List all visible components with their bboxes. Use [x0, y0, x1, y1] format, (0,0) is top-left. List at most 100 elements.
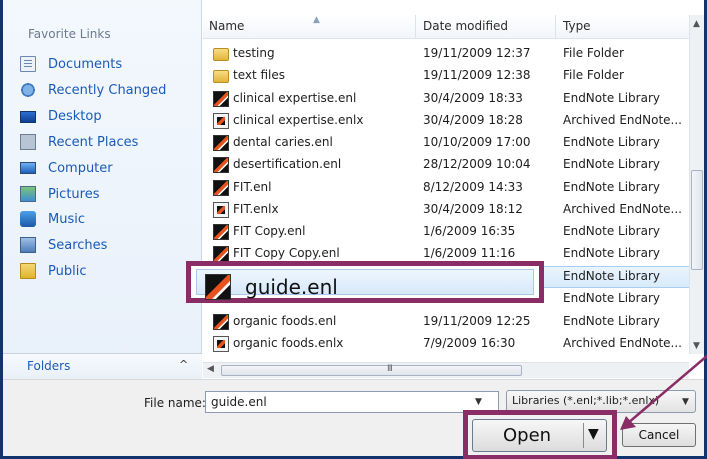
computer-icon: [20, 162, 36, 174]
file-type: EndNote Library: [563, 157, 660, 171]
file-row[interactable]: dental caries.enl 10/10/2009 17:00 EndNo…: [203, 132, 694, 154]
horizontal-scroll-thumb[interactable]: III: [221, 364, 522, 376]
file-name-label: File name:: [144, 396, 206, 410]
open-button[interactable]: Open ▼: [472, 419, 607, 452]
folder-icon: [213, 70, 229, 83]
chevron-down-icon[interactable]: ▼: [475, 397, 482, 407]
folders-label: Folders: [27, 359, 71, 373]
navigation-pane: Favorite Links Documents Recently Change…: [3, 0, 202, 382]
vertical-scroll-thumb[interactable]: [691, 170, 703, 270]
file-type: Archived EndNote...: [563, 113, 682, 127]
file-type: EndNote Library: [563, 91, 660, 105]
nav-item-pictures[interactable]: Pictures: [20, 184, 200, 204]
endnote-library-icon: [213, 180, 229, 196]
nav-item-label: Computer: [48, 160, 113, 176]
nav-item-desktop[interactable]: Desktop: [20, 106, 200, 126]
file-date: 19/11/2009 12:25: [423, 314, 531, 328]
file-date: 7/9/2009 16:30: [423, 336, 516, 350]
chevron-up-icon: ^: [179, 358, 189, 371]
file-row[interactable]: organic foods.enlx 7/9/2009 16:30 Archiv…: [203, 333, 694, 355]
file-name: clinical expertise.enl: [233, 91, 357, 105]
file-name: dental caries.enl: [233, 135, 333, 149]
scroll-down-icon[interactable]: ▼: [693, 341, 700, 351]
file-row[interactable]: FIT.enlx 30/4/2009 18:12 Archived EndNot…: [203, 199, 694, 221]
nav-item-documents[interactable]: Documents: [20, 54, 200, 74]
file-name: organic foods.enl: [233, 314, 337, 328]
nav-item-public[interactable]: Public: [20, 261, 200, 281]
endnote-archive-icon: [213, 202, 229, 218]
nav-item-recent-places[interactable]: Recent Places: [20, 132, 200, 152]
selected-file-callout[interactable]: guide.enl: [186, 261, 544, 303]
vertical-scrollbar[interactable]: ▲ ▼: [689, 15, 704, 354]
chevron-down-icon[interactable]: ▼: [682, 397, 689, 407]
file-type: EndNote Library: [563, 269, 660, 283]
file-name: organic foods.enlx: [233, 336, 344, 350]
file-date: 8/12/2009 14:33: [423, 180, 523, 194]
sort-ascending-icon: ▲: [313, 15, 320, 25]
file-type: EndNote Library: [563, 180, 660, 194]
file-row[interactable]: FIT Copy.enl 1/6/2009 16:35 EndNote Libr…: [203, 221, 694, 243]
nav-item-label: Documents: [48, 56, 123, 72]
selected-file-name: guide.enl: [245, 275, 338, 299]
pictures-icon: [20, 186, 36, 202]
favorite-links-header: Favorite Links: [28, 27, 111, 41]
nav-item-recently-changed[interactable]: Recently Changed: [20, 80, 200, 100]
split-divider: [583, 423, 584, 448]
column-divider[interactable]: [415, 15, 416, 39]
music-icon: [20, 211, 36, 227]
scroll-up-icon[interactable]: ▲: [693, 19, 700, 29]
file-date: 19/11/2009 12:38: [423, 68, 531, 82]
nav-item-label: Searches: [48, 237, 108, 253]
file-name: FIT.enlx: [233, 202, 279, 216]
public-folder-icon: [20, 263, 36, 279]
file-row[interactable]: FIT.enl 8/12/2009 14:33 EndNote Library: [203, 177, 694, 199]
file-name: FIT Copy.enl: [233, 224, 306, 238]
recently-changed-icon: [20, 82, 36, 98]
nav-item-searches[interactable]: Searches: [20, 235, 200, 255]
column-divider[interactable]: [555, 15, 556, 39]
scroll-left-icon[interactable]: ◀: [207, 364, 214, 374]
nav-item-label: Pictures: [48, 186, 100, 202]
file-type: EndNote Library: [563, 246, 660, 260]
nav-item-label: Public: [48, 263, 87, 279]
open-dropdown-icon[interactable]: ▼: [588, 426, 599, 442]
column-header-date[interactable]: Date modified: [423, 19, 508, 33]
file-row[interactable]: clinical expertise.enl 30/4/2009 18:33 E…: [203, 88, 694, 110]
selected-file-row[interactable]: guide.enl: [196, 269, 534, 300]
file-list: ▲ Name Date modified Type testing 19/11/…: [203, 0, 694, 362]
endnote-library-icon: [213, 224, 229, 240]
file-date: 28/12/2009 10:04: [423, 157, 531, 171]
horizontal-scrollbar[interactable]: ◀ III: [203, 362, 689, 378]
file-name-input[interactable]: guide.enl: [205, 391, 499, 413]
file-date: 30/4/2009 18:33: [423, 91, 523, 105]
column-header-type[interactable]: Type: [563, 19, 591, 33]
endnote-archive-icon: [213, 113, 229, 129]
recent-places-icon: [20, 134, 36, 150]
file-type: EndNote Library: [563, 135, 660, 149]
file-date: 1/6/2009 16:35: [423, 224, 516, 238]
endnote-library-icon: [213, 246, 229, 262]
nav-item-computer[interactable]: Computer: [20, 158, 200, 178]
folders-toggle[interactable]: Folders ^: [3, 353, 202, 379]
documents-icon: [20, 56, 36, 72]
open-button-label: Open: [503, 425, 552, 446]
file-row[interactable]: organic foods.enl 19/11/2009 12:25 EndNo…: [203, 311, 694, 333]
file-type: File Folder: [563, 68, 624, 82]
file-row[interactable]: testing 19/11/2009 12:37 File Folder: [203, 43, 694, 65]
endnote-library-icon: [213, 135, 229, 151]
endnote-library-icon: [205, 274, 231, 300]
nav-item-music[interactable]: Music: [20, 209, 200, 229]
column-header-row: ▲ Name Date modified Type: [203, 15, 694, 39]
file-row[interactable]: desertification.enl 28/12/2009 10:04 End…: [203, 154, 694, 176]
column-header-name[interactable]: Name: [209, 19, 244, 33]
file-row[interactable]: clinical expertise.enlx 30/4/2009 18:28 …: [203, 110, 694, 132]
file-name: text files: [233, 68, 286, 82]
folder-icon: [213, 48, 229, 61]
nav-item-label: Recent Places: [48, 134, 139, 150]
file-date: 1/6/2009 11:16: [423, 246, 516, 260]
desktop-icon: [20, 111, 36, 123]
file-row[interactable]: text files 19/11/2009 12:38 File Folder: [203, 65, 694, 87]
file-date: 19/11/2009 12:37: [423, 46, 531, 60]
cancel-button[interactable]: Cancel: [622, 423, 696, 447]
file-name: testing: [233, 46, 275, 60]
